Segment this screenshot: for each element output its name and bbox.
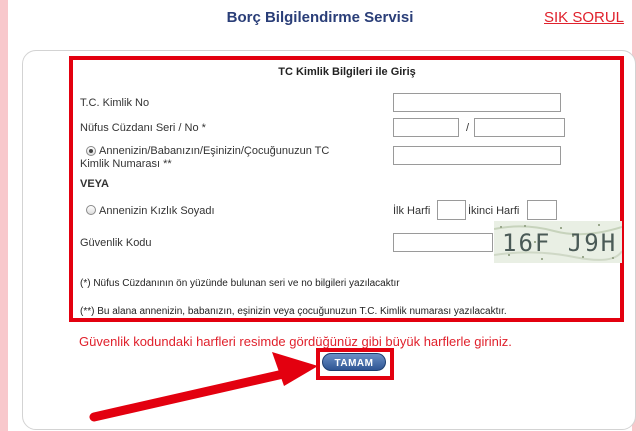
pointer-arrow-icon <box>89 352 318 422</box>
